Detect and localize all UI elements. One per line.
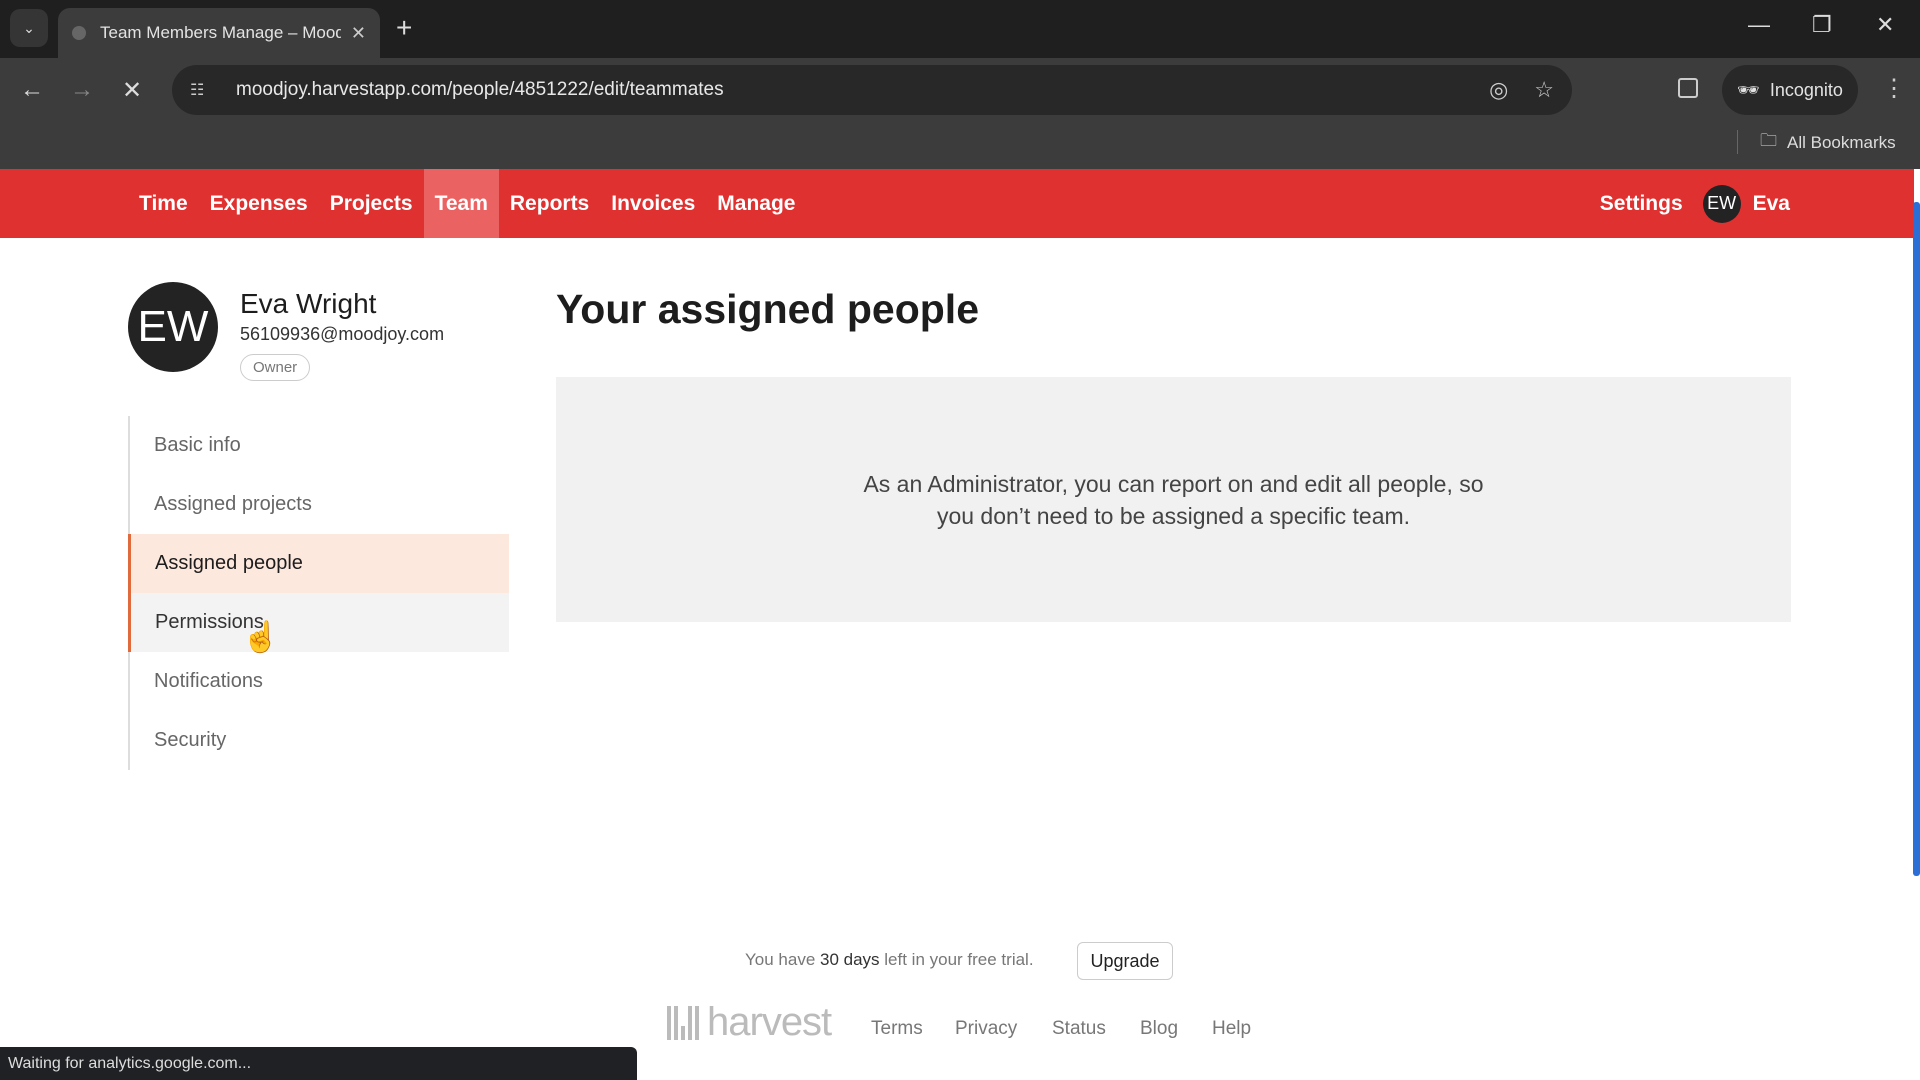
page-title: Your assigned people <box>556 286 979 332</box>
hand-cursor-icon: ☝ <box>242 621 280 654</box>
sidebar-item-assigned-people[interactable]: Assigned people <box>128 534 509 593</box>
eye-slash-icon[interactable]: ◎ <box>1489 77 1508 103</box>
nav-settings[interactable]: Settings <box>1600 192 1683 216</box>
footer-link-help[interactable]: Help <box>1212 1018 1251 1040</box>
scrollbar[interactable] <box>1913 202 1920 876</box>
nav-user-area: Settings EW Eva <box>1600 169 1790 238</box>
incognito-button[interactable]: 🕶 Incognito <box>1722 65 1858 115</box>
nav-invoices[interactable]: Invoices <box>600 169 706 238</box>
sidebar-item-security[interactable]: Security <box>130 711 509 770</box>
tab-search-button[interactable]: ⌄ <box>10 9 48 47</box>
nav-time[interactable]: Time <box>128 169 199 238</box>
sidebar-item-assigned-projects[interactable]: Assigned projects <box>130 475 509 534</box>
close-tab-icon[interactable]: ✕ <box>351 23 366 44</box>
trial-suffix: left in your free trial. <box>879 950 1034 969</box>
minimize-button[interactable]: — <box>1748 12 1770 38</box>
harvest-logo[interactable]: harvest <box>667 1000 832 1045</box>
nav-team[interactable]: Team <box>423 169 499 238</box>
profile-avatar: EW <box>128 282 218 372</box>
folder-icon: 🗀 <box>1760 131 1777 150</box>
sidebar-item-notifications[interactable]: Notifications <box>130 652 509 711</box>
trial-notice: You have 30 days left in your free trial… <box>745 950 1034 970</box>
footer-link-terms[interactable]: Terms <box>871 1018 923 1040</box>
nav-expenses[interactable]: Expenses <box>199 169 319 238</box>
upgrade-button[interactable]: Upgrade <box>1077 942 1173 980</box>
admin-info-message: As an Administrator, you can report on a… <box>863 470 1484 529</box>
browser-tab[interactable]: Team Members Manage – Moodjoy ✕ <box>58 8 380 58</box>
browser-status-bar: Waiting for analytics.google.com... <box>0 1047 637 1080</box>
site-info-icon[interactable]: ☷ <box>190 80 214 100</box>
new-tab-button[interactable]: + <box>396 12 412 44</box>
url-text[interactable]: moodjoy.harvestapp.com/people/4851222/ed… <box>236 79 1463 101</box>
restore-button[interactable]: ❐ <box>1812 12 1832 38</box>
address-bar[interactable]: ☷ moodjoy.harvestapp.com/people/4851222/… <box>172 65 1572 115</box>
trial-days: 30 days <box>820 950 880 969</box>
nav-manage[interactable]: Manage <box>706 169 806 238</box>
footer-link-status[interactable]: Status <box>1052 1018 1106 1040</box>
favicon-icon <box>72 26 86 40</box>
tab-title: Team Members Manage – Moodjoy <box>100 23 341 42</box>
bookmark-star-icon[interactable]: ☆ <box>1534 77 1554 103</box>
all-bookmarks-button[interactable]: 🗀 All Bookmarks <box>1760 128 1896 157</box>
divider <box>1737 130 1738 154</box>
footer-link-blog[interactable]: Blog <box>1140 1018 1178 1040</box>
user-avatar[interactable]: EW <box>1702 184 1741 223</box>
bookmarks-label: All Bookmarks <box>1787 132 1896 152</box>
incognito-icon: 🕶 <box>1737 79 1760 100</box>
harvest-logo-text: harvest <box>707 1000 832 1044</box>
forward-button[interactable]: → <box>70 76 94 104</box>
profile-sidebar: Basic info Assigned projects Assigned pe… <box>128 416 509 770</box>
nav-projects[interactable]: Projects <box>319 169 424 238</box>
admin-info-box: As an Administrator, you can report on a… <box>556 377 1791 622</box>
profile-email: 56109936@moodjoy.com <box>240 324 445 344</box>
side-panel-icon[interactable] <box>1678 78 1698 98</box>
back-button[interactable]: ← <box>20 76 44 104</box>
sidebar-item-basic-info[interactable]: Basic info <box>130 416 509 475</box>
trial-prefix: You have <box>745 950 820 969</box>
profile-name: Eva Wright <box>240 288 377 319</box>
role-badge: Owner <box>240 354 311 381</box>
close-window-button[interactable]: ✕ <box>1876 12 1894 38</box>
sidebar-item-permissions[interactable]: Permissions <box>128 593 509 652</box>
footer-link-privacy[interactable]: Privacy <box>955 1018 1017 1040</box>
incognito-label: Incognito <box>1769 79 1843 100</box>
user-menu[interactable]: Eva <box>1753 192 1790 216</box>
browser-menu-icon[interactable]: ⋮ <box>1882 74 1906 103</box>
stop-loading-button[interactable]: ✕ <box>122 76 142 105</box>
harvest-logo-icon <box>667 1005 699 1040</box>
nav-reports[interactable]: Reports <box>499 169 600 238</box>
